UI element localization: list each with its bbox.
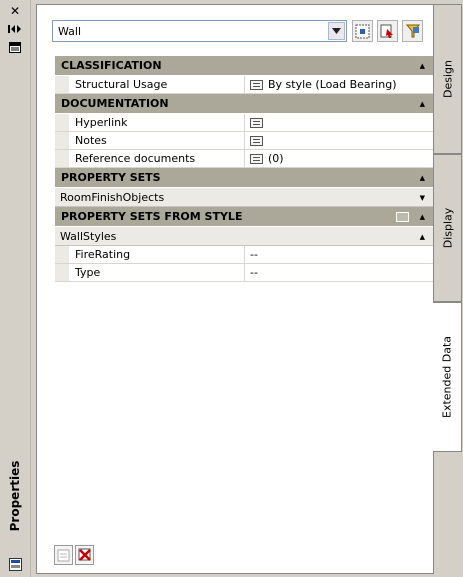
property-set-wallstyles[interactable]: WallStyles ▲ [55, 227, 433, 246]
object-type-value: Wall [58, 24, 82, 38]
selector-row: Wall [52, 20, 428, 42]
property-row: Structural Usage By style (Load Bearing) [55, 76, 433, 94]
property-value[interactable]: (0) [245, 150, 433, 167]
tab-label: Extended Data [440, 335, 454, 419]
select-objects-icon [380, 24, 393, 38]
detail-icon[interactable] [250, 153, 263, 164]
tab-display[interactable]: Display [434, 154, 462, 302]
property-row: FireRating -- [55, 246, 433, 264]
category-property-sets[interactable]: PROPERTY SETS ▲ [55, 168, 433, 188]
detail-icon[interactable] [250, 117, 263, 128]
category-documentation[interactable]: DOCUMENTATION ▲ [55, 94, 433, 114]
category-property-sets-from-style[interactable]: PROPERTY SETS FROM STYLE ▲ [55, 207, 433, 227]
properties-palette: ✕ Properties Wall CLASSIFICATION ▲ Struc… [0, 0, 463, 577]
collapse-icon[interactable]: ▲ [420, 62, 425, 70]
remove-property-sets-button[interactable] [75, 545, 94, 565]
property-row: Reference documents (0) [55, 150, 433, 168]
property-set-roomfinishobjects[interactable]: RoomFinishObjects ▼ [55, 188, 433, 207]
add-property-set-icon [57, 549, 70, 561]
category-label: CLASSIFICATION [61, 59, 162, 72]
property-value-text: By style (Load Bearing) [268, 78, 397, 91]
palette-icon [9, 558, 22, 571]
property-name: Reference documents [69, 150, 245, 167]
palette-title-strip: ✕ Properties [0, 0, 31, 577]
property-row: Notes [55, 132, 433, 150]
collapse-icon[interactable]: ▲ [420, 174, 425, 182]
property-grid: CLASSIFICATION ▲ Structural Usage By sty… [55, 56, 433, 282]
palette-title: Properties [3, 441, 27, 551]
tab-label: Design [441, 60, 454, 98]
chevron-down-icon[interactable] [328, 22, 345, 40]
edit-property-sets-icon[interactable] [396, 212, 409, 222]
quick-select-button[interactable] [352, 20, 373, 42]
auto-hide-icon[interactable] [7, 22, 23, 36]
tab-design[interactable]: Design [434, 4, 462, 154]
property-row: Hyperlink [55, 114, 433, 132]
property-value[interactable]: By style (Load Bearing) [245, 76, 433, 93]
property-value-text: (0) [268, 152, 284, 165]
category-label: PROPERTY SETS [61, 171, 161, 184]
property-value: -- [245, 246, 433, 263]
properties-panel: Wall CLASSIFICATION ▲ Structural Usage B… [36, 4, 434, 574]
detail-icon[interactable] [250, 135, 263, 146]
palette-title-label: Properties [8, 460, 22, 532]
property-name: Type [69, 264, 245, 281]
expand-icon[interactable]: ▼ [420, 194, 425, 202]
toggle-pickadd-button[interactable] [402, 20, 423, 42]
remove-property-set-icon [78, 548, 91, 561]
quick-select-icon [355, 24, 370, 38]
palette-tabs: Design Display Extended Data [433, 4, 463, 574]
collapse-icon[interactable]: ▲ [420, 100, 425, 108]
property-name: FireRating [69, 246, 245, 263]
select-objects-button[interactable] [377, 20, 398, 42]
property-name: Notes [69, 132, 245, 149]
property-value[interactable] [245, 132, 433, 149]
property-value[interactable] [245, 114, 433, 131]
collapse-icon[interactable]: ▲ [420, 233, 425, 241]
category-label: DOCUMENTATION [61, 97, 169, 110]
property-name: Hyperlink [69, 114, 245, 131]
object-type-select[interactable]: Wall [52, 20, 347, 42]
property-value: -- [245, 264, 433, 281]
add-property-sets-button[interactable] [54, 545, 73, 565]
collapse-icon[interactable]: ▲ [420, 213, 425, 221]
tab-extended-data[interactable]: Extended Data [433, 302, 462, 452]
category-label: PROPERTY SETS FROM STYLE [61, 210, 243, 223]
property-row: Type -- [55, 264, 433, 282]
category-classification[interactable]: CLASSIFICATION ▲ [55, 56, 433, 76]
property-set-label: RoomFinishObjects [60, 190, 165, 204]
close-icon[interactable]: ✕ [7, 4, 23, 18]
filter-icon [405, 24, 420, 38]
property-name: Structural Usage [69, 76, 245, 93]
detail-icon[interactable] [250, 79, 263, 90]
tab-label: Display [441, 207, 454, 249]
properties-menu-icon[interactable] [7, 40, 23, 54]
property-set-label: WallStyles [60, 229, 117, 243]
